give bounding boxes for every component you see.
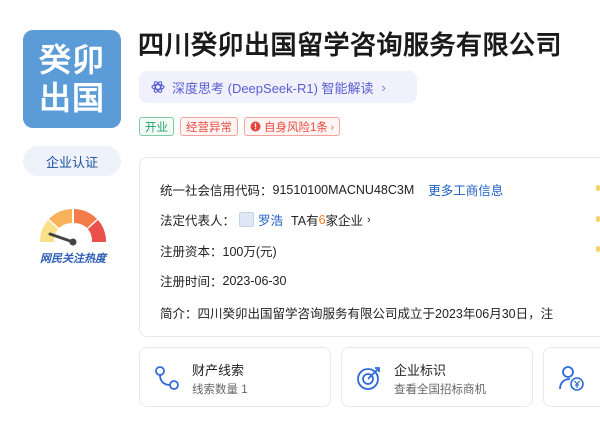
status-badge: 开业 — [139, 117, 174, 136]
chevron-right-icon: › — [381, 79, 386, 95]
person-yen-icon — [559, 366, 584, 391]
credit-code-row: 统一社会信用代码： 91510100MACNU48C3M 更多工商信息 — [160, 180, 503, 199]
legal-rep-label: 法定代表人： — [160, 214, 236, 228]
legal-rep-link[interactable]: 罗浩 — [258, 210, 283, 229]
ta-has-text: TA有 — [291, 214, 319, 228]
company-logo: 癸卯 出国 — [23, 30, 121, 128]
intro-row: 简介： 四川癸卯出国留学咨询服务有限公司成立于2023年06月30日，注 — [160, 303, 553, 322]
chevron-right-icon: › — [330, 121, 334, 132]
card-subtitle: 查看全国招标商机 — [394, 384, 486, 396]
logo-line-1: 癸卯 — [38, 41, 105, 79]
capital-row: 注册资本： 100万(元) — [160, 241, 277, 260]
ta-count: 6 — [318, 212, 326, 227]
enterprise-mark-card[interactable]: 企业标识 查看全国招标商机 — [341, 347, 533, 407]
credit-code-value: 91510100MACNU48C3M — [272, 182, 415, 197]
intro-text: 四川癸卯出国留学咨询服务有限公司成立于2023年06月30日，注 — [197, 307, 554, 321]
card-title: 财产线索 — [192, 363, 245, 378]
capital-value: 100万(元) — [222, 245, 277, 259]
target-icon — [357, 367, 380, 390]
certification-button[interactable]: 企业认证 — [23, 146, 121, 176]
link-nodes-icon — [155, 366, 179, 390]
ta-suffix[interactable]: 家企业 — [326, 210, 364, 229]
chevron-right-icon[interactable]: › — [367, 214, 371, 226]
property-clues-card[interactable]: 财产线索 线索数量 1 — [139, 347, 331, 407]
legal-rep-row: 法定代表人： 罗浩 TA有 6 家企业 › — [160, 210, 371, 229]
status-tags: 开业 经营异常 自身风险1条 › — [139, 117, 340, 136]
card-title: 企业标识 — [394, 363, 447, 378]
warning-icon — [250, 121, 261, 132]
ai-analysis-label: 深度思考 (DeepSeek-R1) 智能解读 — [172, 80, 374, 96]
risk-badge[interactable]: 自身风险1条 › — [244, 117, 340, 136]
decor-dot — [596, 246, 600, 252]
third-card[interactable] — [543, 347, 600, 407]
decor-dot — [596, 185, 600, 191]
avatar — [239, 212, 255, 227]
intro-label: 简介： — [160, 307, 198, 321]
heat-label: 网民关注热度 — [40, 253, 106, 265]
abnormal-badge[interactable]: 经营异常 — [180, 117, 238, 136]
reg-date-label: 注册时间： — [160, 275, 223, 289]
atom-icon — [151, 81, 165, 93]
reg-date-row: 注册时间： 2023-06-30 — [160, 271, 286, 290]
company-name: 四川癸卯出国留学咨询服务有限公司 — [138, 30, 563, 60]
business-info-panel: 统一社会信用代码： 91510100MACNU48C3M 更多工商信息 法定代表… — [139, 157, 600, 337]
more-business-info-link[interactable]: 更多工商信息 — [428, 180, 503, 199]
risk-label: 自身风险1条 — [264, 121, 328, 134]
capital-label: 注册资本： — [160, 245, 223, 259]
logo-line-2: 出国 — [38, 79, 105, 117]
decor-dot — [596, 216, 600, 222]
credit-code-label: 统一社会信用代码： — [160, 184, 273, 198]
reg-date-value: 2023-06-30 — [222, 273, 287, 288]
ai-analysis-button[interactable]: 深度思考 (DeepSeek-R1) 智能解读 › — [139, 71, 417, 103]
card-subtitle: 线索数量 1 — [192, 384, 248, 396]
